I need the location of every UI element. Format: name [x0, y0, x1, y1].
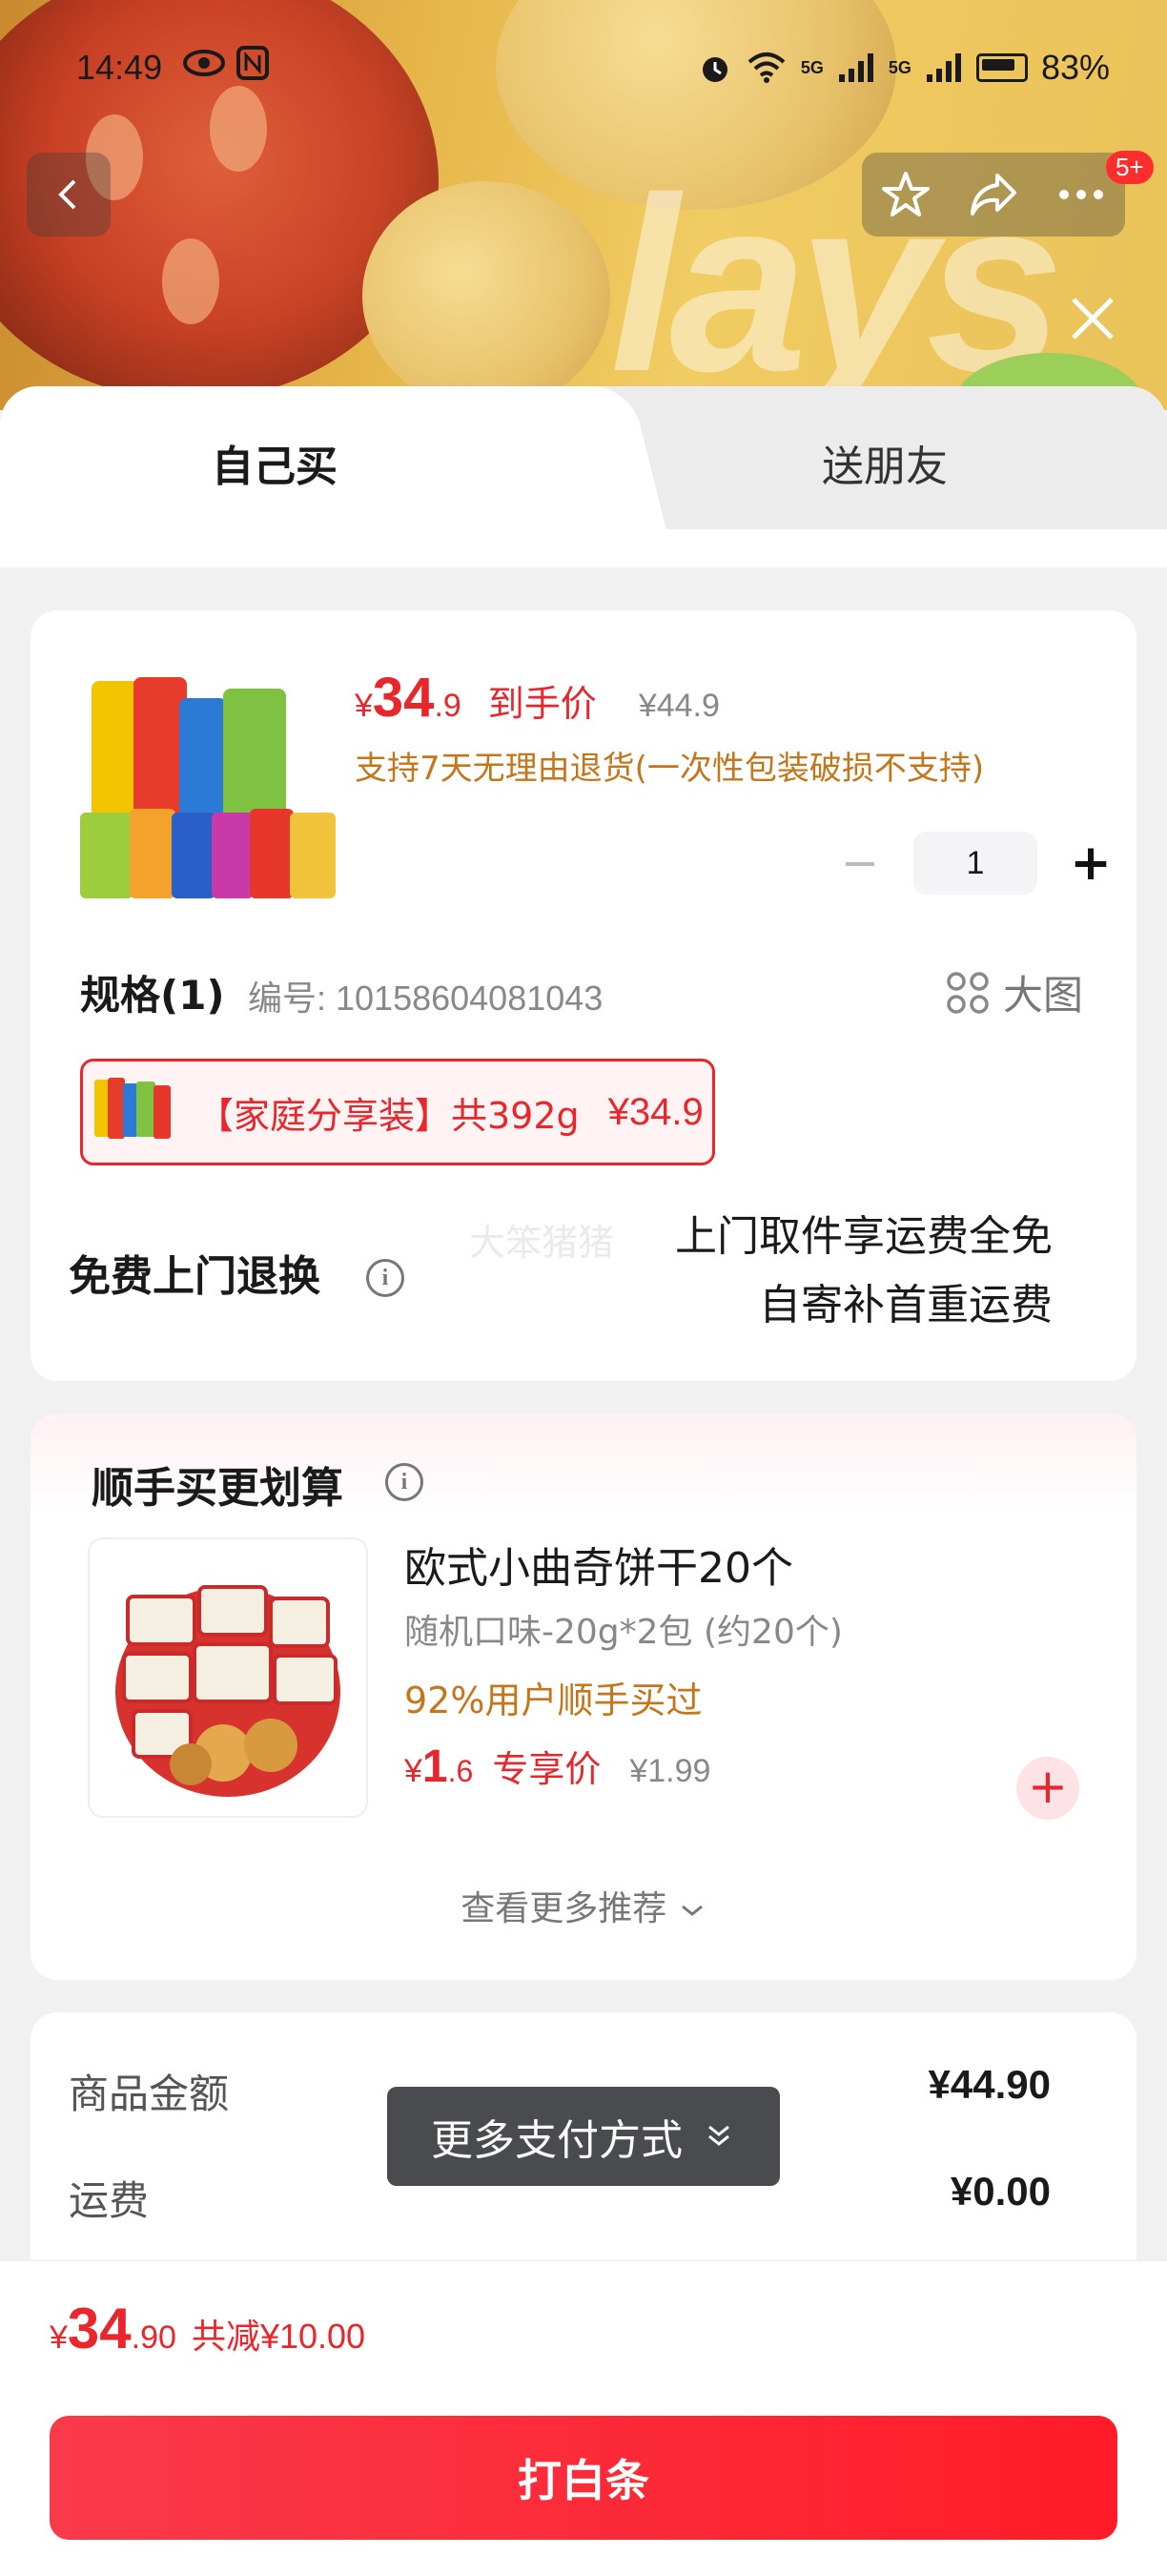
- checkout-bar: ¥ 34 .90 共减¥10.00 打白条: [0, 2260, 1167, 2576]
- shipping-label: 运费: [69, 2177, 150, 2224]
- checkout-price-decimal: .90: [131, 2319, 176, 2356]
- goods-amount-label: 商品金额: [69, 2071, 230, 2117]
- star-icon[interactable]: [877, 166, 934, 223]
- addon-card: 顺手买更划算 i 欧式小曲奇饼干20个 随机口味-20g*2包 (约20个) 9…: [31, 1413, 1136, 1980]
- pay-button[interactable]: 打白条: [50, 2416, 1117, 2540]
- product-card: ¥34.9 到手价 ¥44.9 支持7天无理由退货(一次性包装破损不支持) − …: [31, 610, 1136, 1381]
- signal-icon: [838, 53, 873, 82]
- price-tag: 到手价: [487, 685, 597, 725]
- network-1-label: 5G: [800, 57, 824, 77]
- checkout-price: ¥ 34 .90 共减¥10.00: [50, 2296, 365, 2361]
- free-return-title: 免费上门退换: [69, 1252, 320, 1301]
- double-chevron-down-icon: [708, 2125, 729, 2146]
- grid-icon: [947, 971, 989, 1014]
- add-addon-button[interactable]: +: [1016, 1757, 1079, 1820]
- addon-product-name[interactable]: 欧式小曲奇饼干20个: [404, 1534, 793, 1595]
- spec-option-selected[interactable]: 【家庭分享装】共392g ¥34.9: [80, 1059, 715, 1165]
- battery-icon: [975, 53, 1028, 82]
- close-icon[interactable]: [1066, 292, 1119, 345]
- return-line-2: 自寄补首重运费: [759, 1281, 1053, 1329]
- status-right-icons: 5G 5G 83%: [698, 48, 1110, 88]
- spec-title: 规格(1): [80, 972, 225, 1019]
- spec-option-price: ¥34.9: [607, 1090, 704, 1133]
- share-icon[interactable]: [965, 166, 1022, 223]
- chip-decoration: [362, 181, 610, 410]
- chevron-down-icon: [681, 1905, 703, 1916]
- tab-self-buy-label[interactable]: 自己买: [212, 432, 338, 493]
- addon-price-tag: 专享价: [492, 1750, 602, 1790]
- see-more-label: 查看更多推荐: [461, 1889, 667, 1928]
- shipping-value: ¥0.00: [950, 2169, 1051, 2214]
- price-integer: 34: [372, 667, 435, 729]
- tab-gift-friend[interactable]: 送朋友: [822, 432, 948, 493]
- product-price-row: ¥34.9 到手价 ¥44.9: [355, 666, 720, 730]
- wifi-icon: [747, 52, 786, 83]
- more-icon[interactable]: [1053, 166, 1110, 223]
- spec-option-thumbnail: [94, 1078, 171, 1139]
- notification-badge: 5+: [1106, 151, 1154, 184]
- product-code: 编号: 10158604081043: [248, 979, 604, 1018]
- battery-level: 83%: [1040, 48, 1110, 87]
- product-thumbnail: [80, 677, 336, 898]
- addon-thumbnail[interactable]: [88, 1537, 368, 1818]
- addon-product-spec: 随机口味-20g*2包 (约20个): [404, 1613, 843, 1652]
- addon-price-integer: 1: [421, 1741, 448, 1792]
- purchase-tabs: 自己买 送朋友: [0, 386, 1167, 529]
- return-line-1: 上门取件享运费全免: [675, 1212, 1053, 1261]
- big-image-label: 大图: [1002, 972, 1083, 1019]
- chevron-left-icon: [58, 179, 76, 210]
- price-symbol: ¥: [50, 2319, 68, 2356]
- quantity-input[interactable]: 1: [913, 832, 1037, 895]
- increase-button[interactable]: +: [1062, 835, 1119, 892]
- info-icon[interactable]: i: [385, 1463, 423, 1501]
- network-2-label: 5G: [888, 57, 911, 77]
- refund-policy: 支持7天无理由退货(一次性包装破损不支持): [355, 750, 985, 788]
- see-more-link[interactable]: 查看更多推荐: [31, 1881, 1136, 1930]
- decrease-button[interactable]: −: [831, 836, 889, 890]
- quantity-stepper: − 1 +: [831, 832, 1119, 895]
- back-button[interactable]: [27, 153, 111, 237]
- status-left-icons: [183, 44, 278, 91]
- addon-title: 顺手买更划算: [92, 1464, 343, 1513]
- more-payment-methods-toast[interactable]: 更多支付方式: [387, 2087, 780, 2186]
- price-decimal: .9: [434, 688, 461, 724]
- status-time: 14:49: [76, 48, 163, 87]
- signal-icon: [926, 53, 961, 82]
- goods-amount-value: ¥44.90: [928, 2062, 1051, 2107]
- addon-price-row: ¥ 1 .6 专享价 ¥1.99: [404, 1740, 710, 1793]
- big-image-button[interactable]: 大图: [946, 963, 1083, 1021]
- price-symbol: ¥: [355, 688, 373, 724]
- price-symbol: ¥: [404, 1753, 422, 1789]
- addon-bought-rate: 92%用户顺手买过: [404, 1680, 703, 1721]
- spec-option-label: 【家庭分享装】共392g: [197, 1094, 580, 1137]
- original-price: ¥44.9: [638, 688, 720, 724]
- checkout-price-integer: 34: [67, 2297, 132, 2360]
- alarm-icon: [702, 57, 727, 82]
- watermark-text: 大笨猪猪: [469, 1222, 615, 1264]
- discount-label: 共减¥10.00: [191, 2317, 366, 2356]
- nav-action-group: [862, 153, 1125, 237]
- status-bar: 14:49 5G 5G 83%: [0, 0, 1167, 134]
- addon-original-price: ¥1.99: [629, 1753, 711, 1789]
- info-icon[interactable]: i: [366, 1259, 404, 1297]
- addon-price-decimal: .6: [447, 1754, 474, 1788]
- more-payment-label: 更多支付方式: [431, 2116, 683, 2165]
